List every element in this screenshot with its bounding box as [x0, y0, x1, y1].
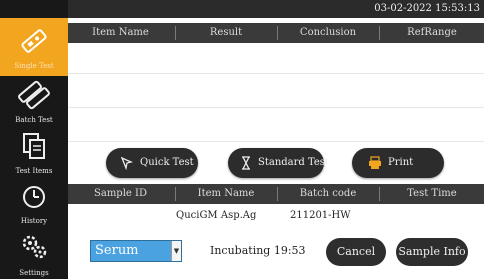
- hourglass-icon: [242, 156, 250, 170]
- batch-test-icon: [18, 80, 50, 110]
- divider: [68, 73, 484, 74]
- column-header: Batch code: [299, 188, 357, 199]
- sample-type-select[interactable]: Serum ▼: [90, 240, 182, 262]
- column-header: RefRange: [407, 27, 457, 38]
- printer-icon: [369, 156, 381, 169]
- print-button[interactable]: Print: [352, 148, 444, 178]
- sidebar-item-single-test[interactable]: Single Test: [0, 18, 68, 76]
- sample-table-header: Sample ID Item Name Batch code Test Time: [68, 184, 484, 204]
- sample-info-button[interactable]: Sample Info: [396, 238, 468, 266]
- single-test-icon: [21, 29, 47, 53]
- chevron-down-icon[interactable]: ▼: [171, 241, 181, 261]
- sidebar-item-batch-test[interactable]: Batch Test: [0, 78, 68, 128]
- quick-test-button[interactable]: Quick Test: [106, 148, 198, 178]
- column-header: Result: [209, 27, 243, 38]
- column-header: Item Name: [92, 27, 149, 38]
- column-header: Sample ID: [94, 188, 147, 199]
- sidebar-item-label: Test Items: [15, 167, 53, 175]
- sidebar: Single Test Batch Test Test Items Histor…: [0, 0, 68, 279]
- result-table-header: Item Name Result Conclusion RefRange: [68, 23, 484, 43]
- batch-code-cell: 211201-HW: [290, 210, 351, 221]
- divider: [68, 141, 484, 142]
- sidebar-item-label: Batch Test: [15, 116, 53, 124]
- pointer-icon: [120, 156, 133, 170]
- column-header: Item Name: [197, 188, 255, 199]
- sidebar-item-history[interactable]: History: [0, 182, 68, 228]
- incubation-status: Incubating 19:53: [210, 244, 306, 257]
- column-header: Conclusion: [299, 27, 357, 38]
- column-header: Test Time: [407, 188, 457, 199]
- test-items-icon: [23, 133, 45, 159]
- divider: [68, 107, 484, 108]
- standard-test-button[interactable]: Standard Test: [228, 148, 329, 178]
- gear-icon: [22, 235, 47, 259]
- sample-type-value: Serum: [95, 243, 139, 258]
- sidebar-item-label: History: [20, 217, 48, 225]
- sidebar-item-label: Single Test: [14, 62, 54, 70]
- datetime: 03-02-2022 15:53:13: [374, 3, 480, 14]
- sidebar-item-test-items[interactable]: Test Items: [0, 130, 68, 178]
- cancel-button[interactable]: Cancel: [326, 238, 386, 266]
- sidebar-item-settings[interactable]: Settings: [0, 232, 68, 279]
- sidebar-item-label: Settings: [19, 269, 49, 277]
- item-name-cell: QuciGM Asp.Ag: [176, 210, 257, 221]
- status-bar: 03-02-2022 15:53:13: [68, 0, 484, 18]
- clock-icon: [23, 186, 45, 208]
